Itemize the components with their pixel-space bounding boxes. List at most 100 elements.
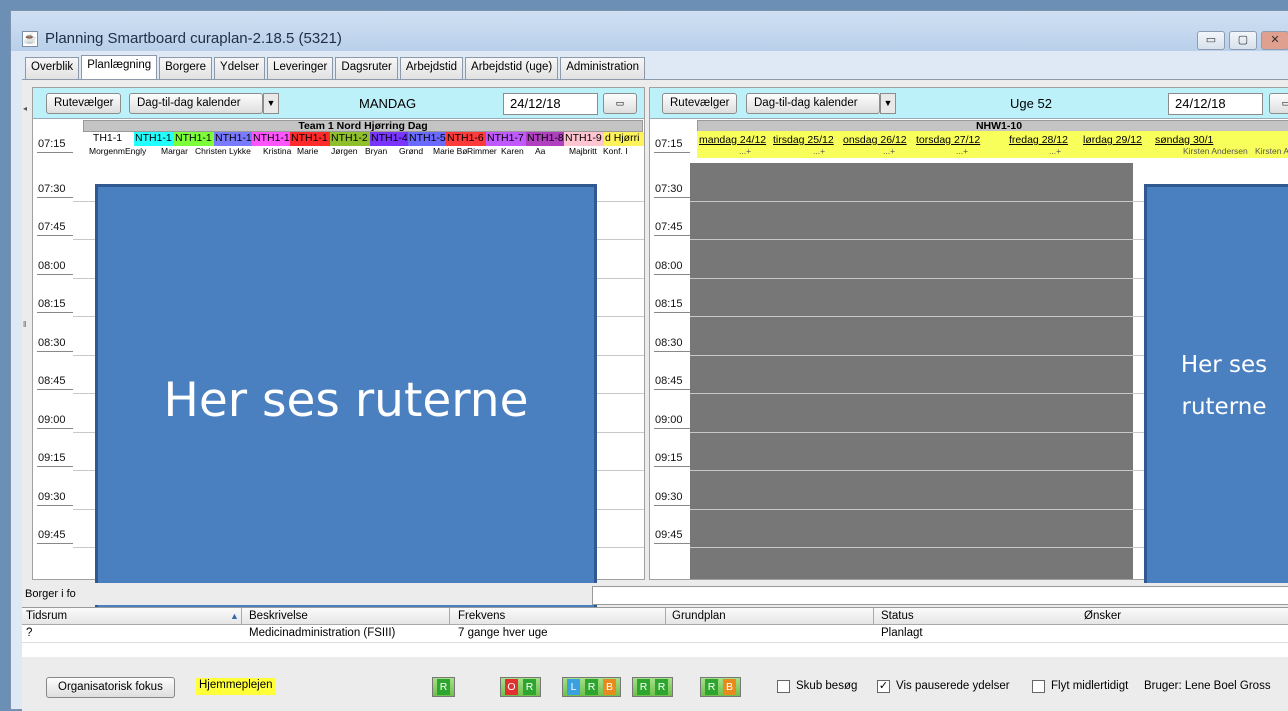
calendar-icon[interactable]: ▭ (603, 93, 637, 114)
view-select-week[interactable]: Dag-til-dag kalender (746, 93, 880, 114)
day-note: ...+ (956, 146, 969, 156)
collapse-left-icon[interactable]: ◂ (23, 104, 27, 113)
route-column-header[interactable]: NTH1-1 (174, 132, 214, 146)
chevron-down-icon[interactable]: ▼ (263, 93, 279, 114)
calendar-icon[interactable]: ▭ (1269, 93, 1288, 114)
status-letter: R (705, 679, 718, 695)
tab-borgere[interactable]: Borgere (159, 57, 213, 79)
day-header[interactable]: søndag 30/1 (1155, 134, 1213, 146)
time-label: 08:00 (38, 259, 66, 272)
time-label: 08:00 (655, 259, 683, 272)
tab-dagsruter[interactable]: Dagsruter (335, 57, 398, 79)
route-column-header[interactable]: NTH1-1 (134, 132, 174, 146)
route-column-header[interactable]: NTH1-6 (446, 132, 486, 146)
route-name: Majbritt (569, 146, 597, 156)
flyt-label: Flyt midlertidigt (1051, 680, 1129, 692)
time-label: 09:15 (38, 452, 66, 464)
route-status-pill[interactable]: R (432, 677, 455, 697)
tab-ydelser[interactable]: Ydelser (214, 57, 266, 79)
route-column-header[interactable]: NTH1-7 (486, 132, 526, 146)
route-name: Engly (125, 146, 147, 156)
route-status-pill[interactable]: OR (500, 677, 541, 697)
time-label: 09:00 (38, 413, 66, 426)
java-icon: ☕ (22, 31, 38, 47)
main-tabs: Overblik Planlægning Borgere Ydelser Lev… (25, 55, 647, 79)
time-label: 09:00 (655, 413, 683, 426)
day-title: MANDAG (359, 96, 417, 111)
route-column-header[interactable]: NTH1-1 (214, 132, 252, 146)
rutevaelger-button-week[interactable]: Rutevælger (662, 93, 738, 114)
header-frekvens[interactable]: Frekvens (458, 610, 505, 622)
cell-frekvens: 7 gange hver uge (458, 627, 548, 639)
day-header[interactable]: onsdag 26/12 (843, 134, 907, 146)
route-column-header[interactable]: NTH1-1 (290, 132, 330, 146)
status-letter: L (567, 679, 580, 695)
time-label: 09:15 (655, 452, 683, 464)
day-header[interactable]: lørdag 29/12 (1083, 134, 1142, 146)
time-label: 07:30 (655, 182, 683, 195)
minimize-button[interactable]: ▭ (1197, 31, 1225, 50)
table-row[interactable]: ? Medicinadministration (FSIII) 7 gange … (22, 625, 1288, 643)
header-tidsrum[interactable]: Tidsrum (26, 610, 67, 622)
header-status[interactable]: Status (881, 610, 914, 622)
route-status-pill[interactable]: LRB (562, 677, 621, 697)
route-column-header[interactable]: d Hjørri (604, 132, 644, 146)
tab-administration[interactable]: Administration (560, 57, 646, 79)
date-field[interactable]: 24/12/18 (503, 93, 598, 115)
route-column-header[interactable]: NTH1-9 (564, 132, 604, 146)
route-name: Marie Bø (433, 146, 467, 156)
week-days: mandag 24/12 ...+ tirsdag 25/12 ...+ onsdag … (697, 131, 1288, 158)
tab-arbejdstid-uge[interactable]: Arbejdstid (uge) (465, 57, 559, 79)
status-letter: B (723, 679, 736, 695)
route-name: Lykke (229, 146, 251, 156)
route-status-pill[interactable]: RB (700, 677, 741, 697)
cell-beskrivelse: Medicinadministration (FSIII) (249, 627, 396, 639)
route-columns: TH1-1 NTH1-1 NTH1-1 NTH1-1 NTH1-1 NTH1-1 NTH1-… (89, 132, 644, 146)
header-beskrivelse[interactable]: Beskrivelse (249, 610, 308, 622)
route-status-pill[interactable]: RR (632, 677, 673, 697)
vis-checkbox[interactable]: ✓ (877, 680, 890, 693)
maximize-button[interactable]: ▢ (1229, 31, 1257, 50)
route-column-header[interactable]: NTH1-4 (370, 132, 408, 146)
flyt-checkbox[interactable] (1032, 680, 1045, 693)
time-label: 07:15 (38, 138, 66, 150)
status-letter: R (585, 679, 598, 695)
day-header[interactable]: fredag 28/12 (1009, 134, 1068, 146)
route-column-header[interactable]: TH1-1 (89, 132, 134, 146)
day-header[interactable]: tirsdag 25/12 (773, 134, 834, 146)
route-name: Marie (297, 146, 319, 156)
tab-planlaegning[interactable]: Planlægning (81, 55, 158, 79)
title-bar[interactable]: ☕ Planning Smartboard curaplan-2.18.5 (5… (11, 11, 1288, 51)
tab-leveringer[interactable]: Leveringer (267, 57, 334, 79)
view-select[interactable]: Dag-til-dag kalender (129, 93, 263, 114)
day-toolbar: Rutevælger Dag-til-dag kalender ▼ MANDAG… (33, 88, 644, 119)
tab-overblik[interactable]: Overblik (25, 57, 80, 79)
route-column-header[interactable]: NTH1-2 (330, 132, 370, 146)
splitter-handle-icon[interactable]: ‖ (23, 320, 26, 329)
route-column-header[interactable]: NTH1-1 (252, 132, 290, 146)
time-label: 08:30 (38, 336, 66, 349)
unavailable-area (690, 163, 1133, 579)
team-header: Team 1 Nord Hjørring Dag (83, 120, 643, 132)
organisatorisk-fokus-button[interactable]: Organisatorisk fokus (46, 677, 175, 698)
tab-arbejdstid[interactable]: Arbejdstid (399, 57, 464, 79)
weekend-employee: Kirsten Andersen (1255, 146, 1288, 156)
chevron-down-icon[interactable]: ▼ (880, 93, 896, 114)
day-header[interactable]: torsdag 27/12 (916, 134, 980, 146)
day-header[interactable]: mandag 24/12 (699, 134, 766, 146)
status-letter: B (603, 679, 616, 695)
header-oensker[interactable]: Ønsker (1084, 610, 1121, 622)
route-column-header[interactable]: NTH1-8 (526, 132, 564, 146)
header-grundplan[interactable]: Grundplan (672, 610, 726, 622)
rutevaelger-button[interactable]: Rutevælger (46, 93, 122, 114)
status-bar: Organisatorisk fokus Hjemmeplejen RORLRB… (22, 660, 1288, 711)
time-label: 08:15 (655, 298, 683, 310)
skub-checkbox[interactable] (777, 680, 790, 693)
route-name: Grønd (399, 146, 424, 156)
close-button[interactable]: ✕ (1261, 31, 1288, 50)
route-column-header[interactable]: NTH1-5 (408, 132, 446, 146)
borger-field[interactable] (592, 586, 1288, 605)
vis-label: Vis pauserede ydelser (896, 680, 1010, 692)
status-letter: R (637, 679, 650, 695)
week-date-field[interactable]: 24/12/18 (1168, 93, 1263, 115)
